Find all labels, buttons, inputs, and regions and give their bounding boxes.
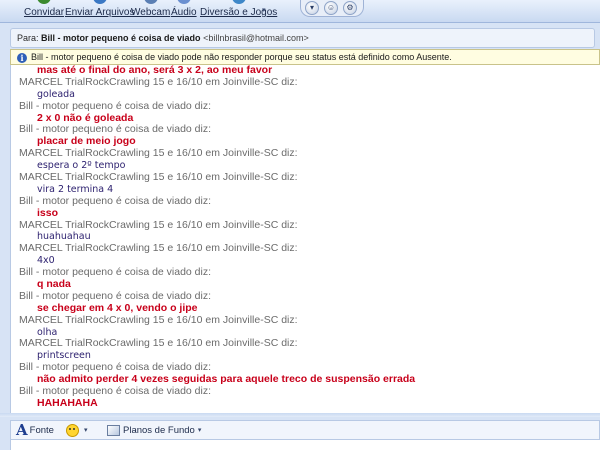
webcam-button[interactable]: Webcam [131,0,170,22]
status-button[interactable]: ☺ [324,1,338,15]
message-sender-line: MARCEL TrialRockCrawling 15 e 16/10 em J… [19,172,298,184]
message-sender-line: MARCEL TrialRockCrawling 15 e 16/10 em J… [19,76,298,88]
message-sender-line: Bill - motor pequeno é coisa de viado di… [19,100,212,112]
games-icon [231,0,246,4]
message-sender-line: Bill - motor pequeno é coisa de viado di… [19,124,212,136]
message-text: printscreen [37,350,91,362]
backgrounds-label: Planos de Fundo [123,424,195,436]
message-sender-line: MARCEL TrialRockCrawling 15 e 16/10 em J… [19,148,298,160]
message-sender-line: Bill - motor pequeno é coisa de viado di… [19,195,212,207]
format-toolbar: A Fonte ▾ Planos de Fundo ▾ [10,420,600,440]
options-button[interactable]: ⚙ [343,1,357,15]
invite-label: Convidar [24,7,65,18]
message-text: vira 2 termina 4 [37,183,114,195]
backgrounds-button[interactable]: Planos de Fundo ▾ [107,423,201,437]
recipient-name[interactable]: Bill - motor pequeno é coisa de viado [41,33,201,43]
conversation-history[interactable]: mas até o final do ano, será 3 x 2, ao m… [10,65,600,413]
audio-icon [176,0,191,4]
message-text: mas até o final do ano, será 3 x 2, ao m… [37,65,273,76]
message-text: goleada [37,88,75,100]
message-sender-line: MARCEL TrialRockCrawling 15 e 16/10 em J… [19,338,298,350]
message-sender-line: Bill - motor pequeno é coisa de viado di… [19,267,212,279]
menu-dropdown-button[interactable]: ▾ [305,1,319,15]
message-sender-line: Bill - motor pequeno é coisa de viado di… [19,362,212,374]
splitter[interactable] [0,413,600,417]
recipient-email: <billnbrasil@hotmail.com> [203,33,309,43]
send-files-label: Enviar Arquivos [65,7,135,18]
message-text: isso [37,207,59,219]
status-info-bar: i Bill - motor pequeno é coisa de viado p… [10,49,600,65]
webcam-label: Webcam [131,7,171,18]
status-info-text: Bill - motor pequeno é coisa de viado po… [31,52,452,62]
window-round-buttons: ▾ ☺ ⚙ [300,0,364,17]
recipient-bar: Para: Bill - motor pequeno é coisa de vi… [10,28,595,48]
message-text: 4x0 [37,255,55,267]
invite-button[interactable]: Convidar [24,0,64,22]
message-sender-line: MARCEL TrialRockCrawling 15 e 16/10 em J… [19,243,298,255]
emoticon-button[interactable]: ▾ [66,423,88,437]
message-sender-line: MARCEL TrialRockCrawling 15 e 16/10 em J… [19,219,298,231]
message-text: huahuahau [37,231,91,243]
background-icon [107,424,120,436]
conversation-list: mas até o final do ano, será 3 x 2, ao m… [11,65,600,410]
font-icon: A [16,421,28,439]
message-text: 2 x 0 não é goleada [37,112,134,124]
message-text: olha [37,326,58,338]
info-icon: i [17,52,27,63]
webcam-icon [143,0,158,4]
main-toolbar: Convidar Enviar Arquivos Webcam Áudio Di… [0,0,600,23]
recipient-prefix: Para: [17,33,39,43]
audio-label: Áudio [171,7,197,18]
font-button[interactable]: A Fonte [16,421,54,439]
audio-button[interactable]: Áudio [171,0,197,22]
emoticon-dropdown-arrow[interactable]: ▾ [84,426,88,434]
message-text: espera o 2º tempo [37,160,126,172]
message-text: não admito perder 4 vezes seguidas para … [37,374,416,386]
message-text: q nada [37,279,71,291]
message-sender-line: MARCEL TrialRockCrawling 15 e 16/10 em J… [19,314,298,326]
emoticon-icon [66,423,79,437]
message-sender-line: Bill - motor pequeno é coisa de viado di… [19,386,212,398]
games-dropdown-arrow[interactable]: ▾ [262,6,266,14]
invite-icon [37,0,52,4]
backgrounds-dropdown-arrow[interactable]: ▾ [198,426,202,434]
message-text: placar de meio jogo [37,136,136,148]
message-sender-line: Bill - motor pequeno é coisa de viado di… [19,290,212,302]
message-text: HAHAHAHA [37,397,98,409]
message-text: se chegar em 4 x 0, vendo o jipe [37,302,198,314]
message-input[interactable] [10,440,600,450]
font-label: Fonte [29,424,54,436]
send-files-button[interactable]: Enviar Arquivos [65,0,134,22]
send-files-icon [92,0,107,4]
